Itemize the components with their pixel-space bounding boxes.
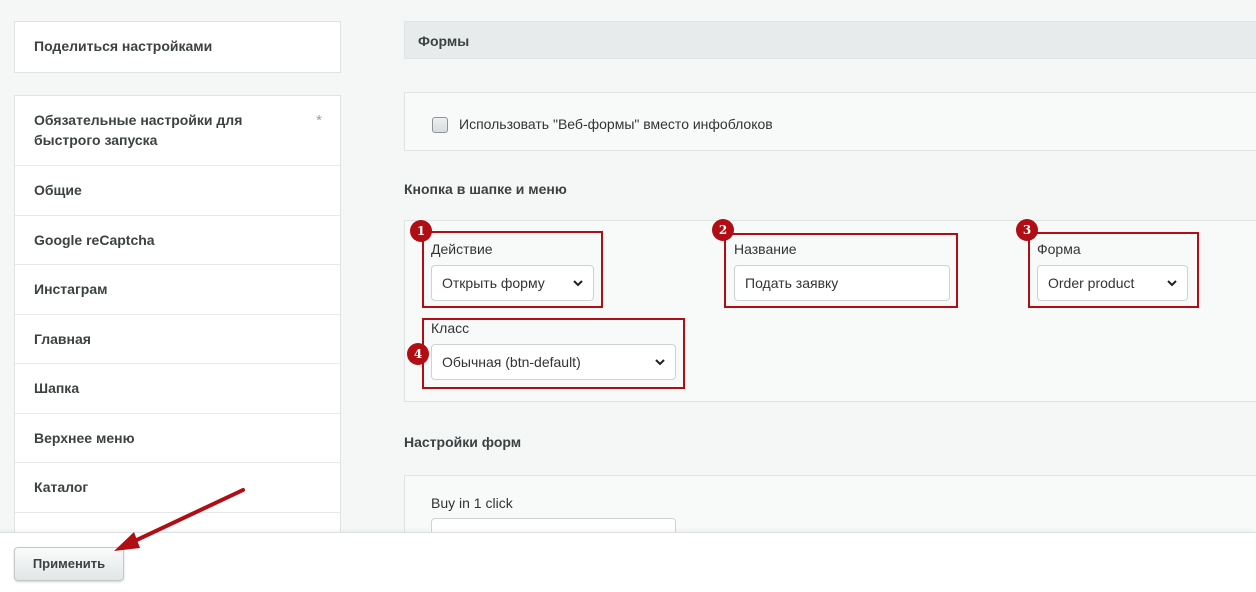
webforms-checkbox[interactable] <box>432 117 448 133</box>
annotation-box-form <box>1028 232 1199 308</box>
annotation-box-action <box>422 231 603 308</box>
nav-item-label: Google reCaptcha <box>34 232 155 248</box>
annotation-marker-1: 1 <box>410 220 432 242</box>
annotation-marker-4: 4 <box>407 343 429 365</box>
required-star-icon: * <box>316 112 322 129</box>
nav-item-quick-start[interactable]: Обязательные настройки для быстрого запу… <box>15 96 340 166</box>
nav-item-label: Главная <box>34 331 91 347</box>
webforms-option-panel: Использовать "Веб-формы" вместо инфоблок… <box>404 92 1256 151</box>
annotation-marker-2: 2 <box>712 219 734 241</box>
webforms-checkbox-label: Использовать "Веб-формы" вместо инфоблок… <box>459 116 773 132</box>
nav-item-label: Обязательные настройки для быстрого запу… <box>34 112 243 148</box>
nav-item-header[interactable]: Шапка <box>15 364 340 414</box>
annotation-box-name <box>724 233 958 308</box>
settings-nav: Обязательные настройки для быстрого запу… <box>14 95 341 535</box>
nav-item-instagram[interactable]: Инстаграм <box>15 265 340 315</box>
nav-item-recaptcha[interactable]: Google reCaptcha <box>15 216 340 265</box>
share-settings-label: Поделиться настройками <box>34 38 213 54</box>
nav-item-top-menu[interactable]: Верхнее меню <box>15 414 340 463</box>
section-title: Формы <box>418 33 470 49</box>
nav-item-label: Верхнее меню <box>34 430 135 446</box>
nav-item-main[interactable]: Главная <box>15 315 340 364</box>
annotation-marker-3: 3 <box>1016 219 1038 241</box>
header-button-heading: Кнопка в шапке и меню <box>404 181 567 197</box>
nav-item-label: Общие <box>34 182 82 198</box>
nav-item-label: Инстаграм <box>34 281 108 297</box>
nav-item-general[interactable]: Общие <box>15 166 340 216</box>
forms-section-header: Формы <box>404 21 1256 59</box>
share-settings-link[interactable]: Поделиться настройками <box>14 21 341 73</box>
arrow-icon <box>114 488 245 551</box>
nav-item-label: Каталог <box>34 479 89 495</box>
nav-item-label: Шапка <box>34 380 80 396</box>
annotation-box-class <box>422 318 685 389</box>
buy-one-click-label: Buy in 1 click <box>431 495 513 511</box>
form-settings-heading: Настройки форм <box>404 434 522 450</box>
